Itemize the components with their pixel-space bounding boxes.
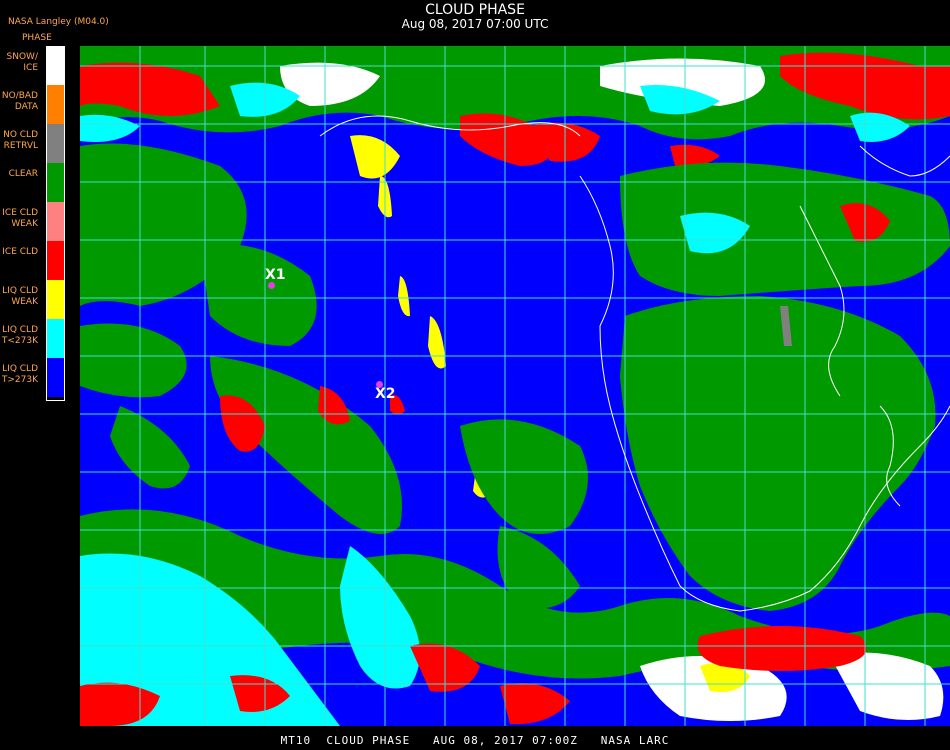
legend-swatch: [46, 124, 65, 163]
footer-caption: MT10 CLOUD PHASE AUG 08, 2017 07:00Z NAS…: [280, 734, 670, 747]
marker-x1-label: X1: [265, 267, 286, 283]
legend-swatch: [46, 46, 65, 85]
footer: MT10 CLOUD PHASE AUG 08, 2017 07:00Z NAS…: [0, 733, 950, 750]
legend-item-liq-cld-cold: LIQ CLD T<273K: [0, 319, 66, 358]
legend-label: NO CLD RETRVL: [3, 130, 38, 151]
legend-title: PHASE: [22, 33, 52, 43]
legend-label: CLEAR: [8, 169, 38, 179]
legend-swatch: [46, 163, 65, 202]
legend-item-no-cld-retrvl: NO CLD RETRVL: [0, 124, 66, 163]
legend-swatch: [46, 280, 65, 319]
legend-swatch: [46, 85, 65, 124]
legend-label: SNOW/ ICE: [6, 52, 38, 73]
legend-item-clear: CLEAR: [0, 163, 66, 202]
map-image: [80, 46, 950, 726]
cloud-phase-map: X1 X2: [80, 46, 950, 726]
legend-swatch: [46, 202, 65, 241]
legend-swatch: [46, 241, 65, 280]
legend-label: LIQ CLD T>273K: [1, 364, 38, 385]
legend-label: LIQ CLD T<273K: [1, 325, 38, 346]
legend-item-snow-ice: SNOW/ ICE: [0, 46, 66, 85]
legend: SNOW/ ICE NO/BAD DATA NO CLD RETRVL CLEA…: [0, 46, 66, 401]
marker-x2-label: X2: [375, 386, 396, 402]
agency-label: NASA Langley (M04.0): [8, 17, 109, 27]
legend-swatch: [46, 358, 65, 397]
legend-label: NO/BAD DATA: [1, 91, 38, 112]
header: CLOUD PHASE Aug 08, 2017 07:00 UTC NASA …: [0, 0, 950, 46]
legend-item-no-bad-data: NO/BAD DATA: [0, 85, 66, 124]
legend-item-liq-cld-weak: LIQ CLD WEAK: [0, 280, 66, 319]
map-subtitle: Aug 08, 2017 07:00 UTC: [401, 17, 549, 31]
legend-item-ice-cld: ICE CLD: [0, 241, 66, 280]
legend-label: LIQ CLD WEAK: [2, 286, 38, 307]
legend-label: ICE CLD WEAK: [2, 208, 38, 229]
legend-item-ice-cld-weak: ICE CLD WEAK: [0, 202, 66, 241]
legend-item-liq-cld-warm: LIQ CLD T>273K: [0, 358, 66, 397]
marker-x1-dot: [268, 282, 275, 289]
legend-label: ICE CLD: [2, 247, 38, 257]
map-title: CLOUD PHASE: [425, 2, 525, 18]
legend-swatch: [46, 319, 65, 358]
